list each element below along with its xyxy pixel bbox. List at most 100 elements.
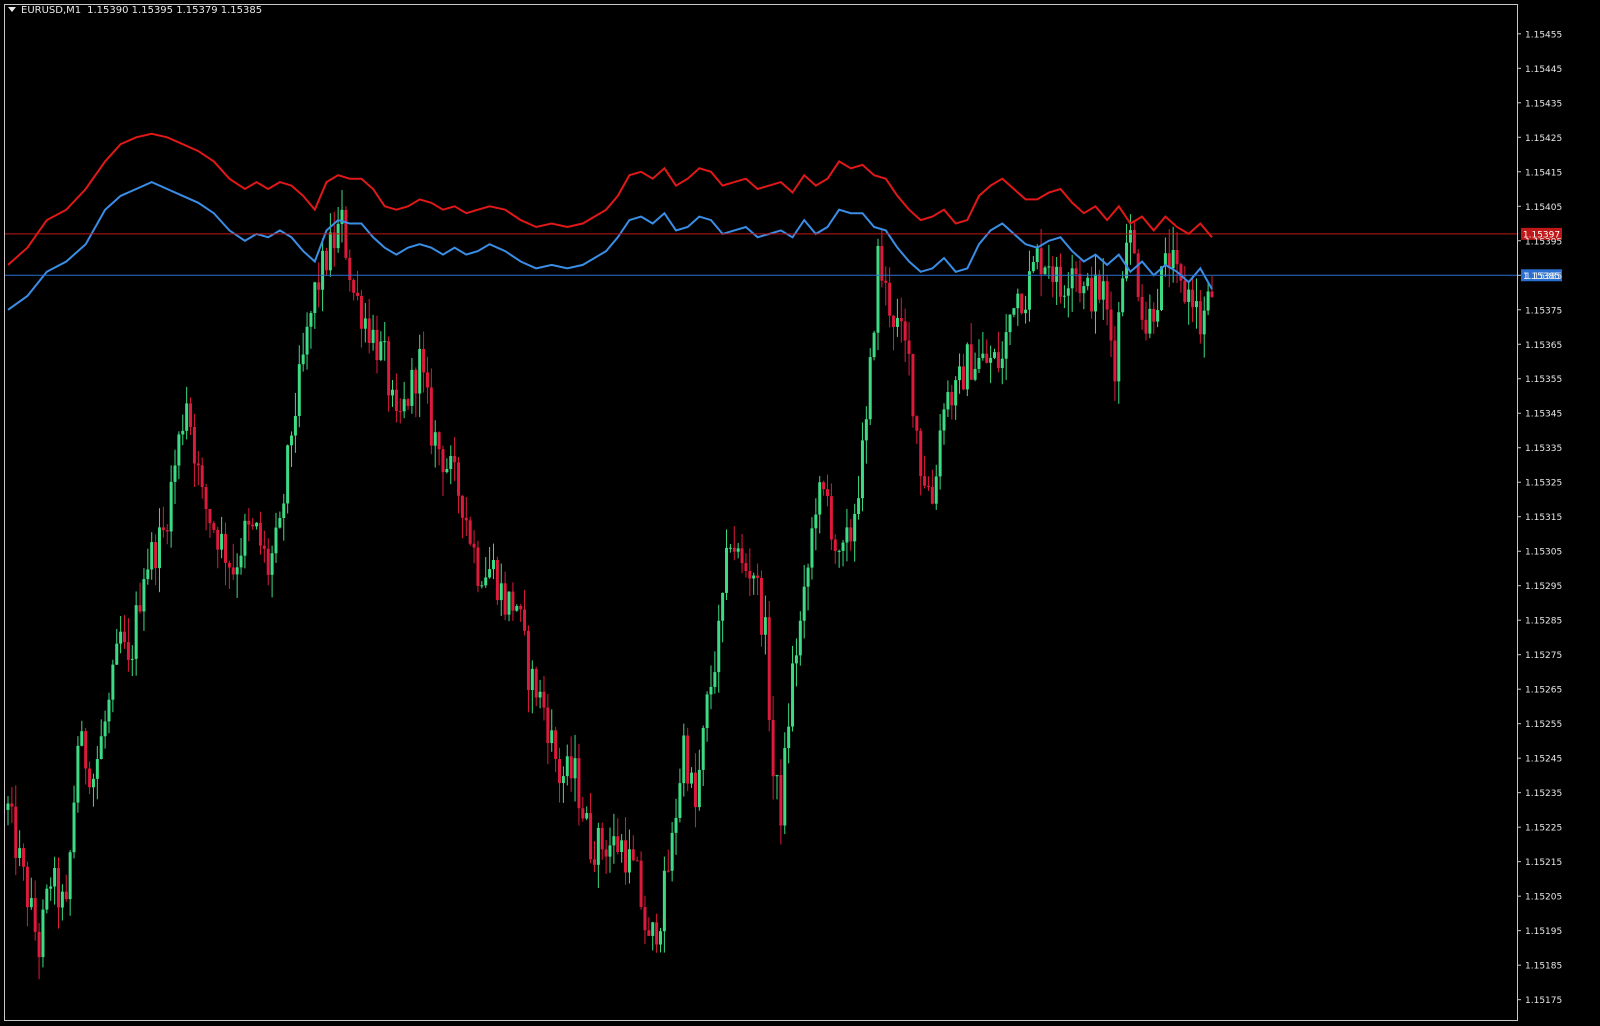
candle-body [989, 357, 993, 363]
candle-body [631, 849, 635, 861]
candle-body [1160, 266, 1164, 311]
candle-body [437, 432, 441, 450]
candle-body [258, 522, 262, 546]
candle-body [565, 756, 569, 777]
candle-body [701, 728, 705, 770]
candle-body [146, 569, 150, 580]
candle-body [239, 555, 243, 568]
candle-body [91, 778, 95, 788]
candle-body [604, 849, 608, 857]
candle-body [857, 498, 861, 514]
candle-body [798, 620, 802, 656]
candle-body [80, 731, 84, 746]
candle-body [1062, 295, 1066, 297]
candle-body [802, 586, 806, 621]
candle-body [1043, 267, 1047, 275]
candle-body [876, 245, 880, 333]
candle-body [546, 707, 550, 744]
candle-body [433, 432, 437, 446]
candle-body [328, 232, 332, 271]
candle-body [561, 776, 565, 784]
candle-body [775, 775, 779, 777]
candle-body [608, 845, 612, 857]
candle-body [1082, 286, 1086, 294]
candle-body [371, 329, 375, 343]
candle-body [1031, 262, 1035, 272]
candle-body [981, 353, 985, 359]
y-tick-label: 1.15395 [1525, 237, 1562, 247]
candle-body [1000, 358, 1004, 368]
candle-body [1039, 248, 1043, 275]
candle-body [577, 758, 581, 809]
candle-body [658, 931, 662, 945]
candle-body [503, 583, 507, 615]
y-tick-label: 1.15375 [1525, 306, 1562, 316]
candle-body [37, 931, 41, 958]
candle-body [220, 533, 224, 550]
candle-body [1152, 308, 1156, 322]
candle-body [324, 250, 328, 271]
candle-body [445, 468, 449, 473]
candle-body [189, 403, 193, 427]
candle-body [223, 533, 227, 563]
price-chart[interactable]: 1.153971.15385 1.154551.154451.154351.15… [0, 0, 1600, 1026]
candle-body [157, 527, 161, 569]
candle-body [387, 341, 391, 396]
candle-body [822, 482, 826, 490]
candle-body [243, 520, 247, 556]
chart-window[interactable]: EURUSD,M1 1.15390 1.15395 1.15379 1.15385… [0, 0, 1600, 1026]
candle-body [301, 354, 305, 365]
candle-body [208, 508, 212, 524]
candle-body [367, 318, 371, 343]
candle-body [53, 867, 57, 887]
y-tick-label: 1.15175 [1525, 996, 1562, 1006]
candle-body [375, 329, 379, 361]
candle-body [600, 827, 604, 850]
y-tick-label: 1.15455 [1525, 30, 1562, 40]
candle-body [460, 495, 464, 518]
candle-body [705, 694, 709, 729]
candle-body [154, 542, 158, 569]
candle-body [647, 930, 651, 936]
candle-body [523, 609, 527, 631]
candle-body [1051, 266, 1055, 282]
candle-body [926, 485, 930, 487]
candle-body [767, 617, 771, 720]
candle-body [115, 643, 119, 665]
candle-body [686, 735, 690, 784]
candle-body [919, 430, 923, 477]
candle-body [111, 664, 115, 700]
candle-body [693, 772, 697, 808]
y-tick-label: 1.15185 [1525, 962, 1562, 972]
candle-body [247, 520, 251, 525]
candle-body [290, 435, 294, 446]
candle-body [554, 730, 558, 760]
candle-body [359, 295, 363, 329]
bands-layer [7, 132, 1213, 311]
candle-body [825, 489, 829, 497]
candle-body [690, 772, 694, 784]
candle-body [278, 518, 282, 528]
candle-body [1097, 274, 1101, 300]
candle-body [422, 348, 426, 373]
candle-body [150, 542, 154, 570]
candle-body [309, 313, 313, 327]
candle-body [674, 817, 678, 833]
candle-body [76, 745, 80, 803]
candle-body [1113, 340, 1117, 382]
candle-body [1101, 281, 1105, 300]
candle-body [1194, 301, 1198, 308]
candle-body [1004, 332, 1008, 359]
candle-body [251, 524, 255, 527]
candle-body [379, 341, 383, 361]
candle-body [643, 907, 647, 931]
candle-body [305, 326, 309, 355]
y-tick-label: 1.15415 [1525, 168, 1562, 178]
candle-body [1027, 271, 1031, 310]
candle-body [969, 344, 973, 380]
y-tick-label: 1.15425 [1525, 134, 1562, 144]
candle-body [728, 547, 732, 549]
candle-body [1012, 308, 1016, 315]
candle-body [538, 691, 542, 698]
candle-body [534, 668, 538, 698]
